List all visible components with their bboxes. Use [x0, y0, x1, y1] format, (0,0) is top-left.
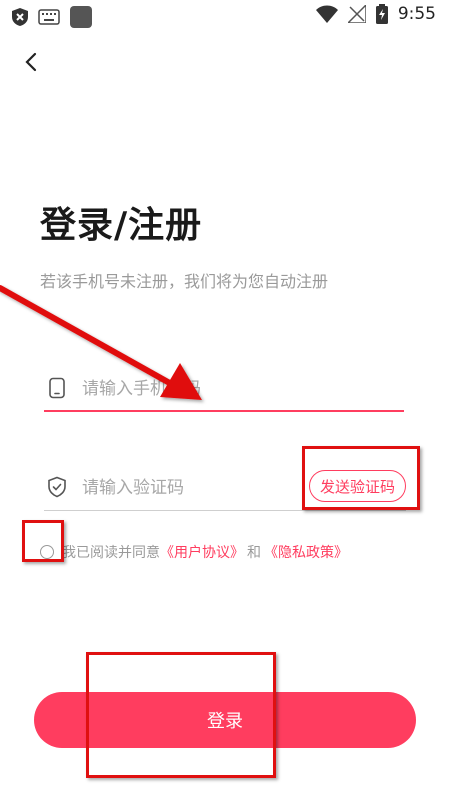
- agreement-prefix: 我已阅读并同意: [62, 545, 160, 561]
- status-time: 9:55: [397, 4, 436, 24]
- back-button[interactable]: [18, 48, 46, 76]
- agreement-row: 我已阅读并同意 《用户协议》 和 《隐私政策》: [40, 542, 348, 562]
- page-title: 登录/注册: [40, 205, 203, 246]
- wifi-icon: [315, 5, 338, 23]
- annotation-box-radio: [22, 520, 64, 562]
- shield-x-icon: [12, 8, 28, 26]
- shield-check-icon: [48, 476, 66, 498]
- phone-input[interactable]: [80, 374, 384, 404]
- annotation-box-login: [86, 652, 276, 778]
- battery-charging-icon: [375, 4, 388, 24]
- code-input[interactable]: [80, 473, 294, 503]
- phone-field: [44, 366, 404, 412]
- phone-underline: [44, 410, 404, 412]
- privacy-policy-link[interactable]: 《隐私政策》: [264, 542, 348, 562]
- code-underline: [44, 510, 406, 511]
- keyboard-icon: [38, 9, 60, 25]
- chevron-left-icon: [25, 52, 37, 72]
- status-bar: 9:55: [0, 0, 450, 32]
- annotation-box-send-code: [302, 446, 420, 510]
- page-subtitle: 若该手机号未注册，我们将为您自动注册: [40, 272, 329, 291]
- phone-icon: [49, 377, 65, 399]
- user-agreement-link[interactable]: 《用户协议》: [160, 542, 244, 562]
- agreement-and: 和: [247, 545, 261, 561]
- status-left-icons: [12, 6, 92, 28]
- app-square-icon: [70, 6, 92, 28]
- status-right-icons: 9:55: [315, 4, 436, 24]
- no-signal-icon: [347, 5, 366, 23]
